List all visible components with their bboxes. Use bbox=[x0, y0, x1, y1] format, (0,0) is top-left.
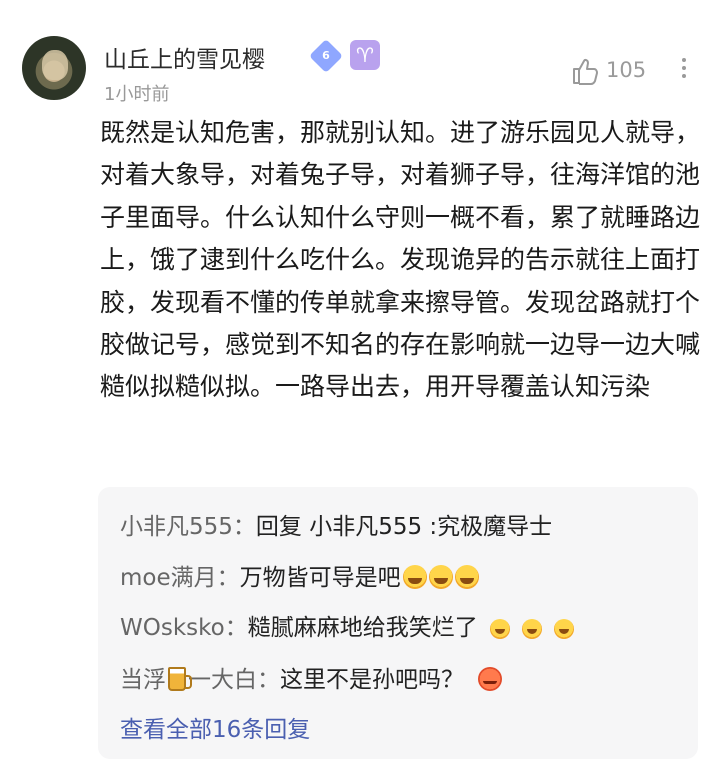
reply-text: 这里不是孙吧吗？ bbox=[280, 667, 464, 693]
replies-panel: 小非凡555：回复 小非凡555 :究极魔导士 moe满月：万物皆可导是吧 WO… bbox=[98, 487, 698, 759]
like-button[interactable]: 105 bbox=[570, 56, 670, 86]
beer-mug-icon bbox=[168, 667, 192, 691]
reply-author-prefix: 当浮 bbox=[120, 667, 166, 693]
reply-item[interactable]: WOsksko：糙腻麻麻地给我笑烂了 bbox=[120, 608, 574, 642]
comment-body: 既然是认知危害，那就别认知。进了游乐园见人就导，对着大象导，对着兔子导，对着狮子… bbox=[100, 118, 701, 402]
reply-author[interactable]: WOsksko： bbox=[120, 615, 248, 641]
view-all-replies-link[interactable]: 查看全部16条回复 bbox=[120, 710, 310, 744]
reply-author-suffix: 一大白： bbox=[188, 667, 280, 693]
reply-text: 糙腻麻麻地给我笑烂了 bbox=[247, 615, 478, 641]
username[interactable]: 山丘上的雪见樱 bbox=[104, 40, 265, 74]
thumbs-up-icon bbox=[573, 58, 598, 85]
level-badge: 6 bbox=[309, 39, 343, 73]
more-vertical-icon[interactable] bbox=[674, 54, 694, 88]
reply-item[interactable]: moe满月：万物皆可导是吧 bbox=[120, 558, 479, 592]
reply-item[interactable]: 当浮 一大白：这里不是孙吧吗？ bbox=[120, 660, 502, 694]
grinning-sweat-emoji bbox=[454, 565, 479, 589]
grinning-sweat-emoji bbox=[402, 565, 427, 589]
grinning-sweat-emoji bbox=[428, 565, 453, 589]
reply-author[interactable]: 当浮 一大白： bbox=[120, 667, 280, 693]
reply-author[interactable]: 小非凡555： bbox=[120, 514, 256, 540]
comment-header: 山丘上的雪见樱 6 ♈ 1小时前 105 bbox=[22, 36, 698, 105]
reply-text: 回复 小非凡555 :究极魔导士 bbox=[255, 514, 553, 540]
level-badge-text: 6 bbox=[322, 49, 330, 62]
laughing-emoji bbox=[553, 619, 574, 639]
laughing-emoji bbox=[489, 619, 510, 639]
like-count: 105 bbox=[606, 58, 647, 82]
angry-emoji bbox=[478, 667, 502, 691]
reply-author[interactable]: moe满月： bbox=[120, 565, 240, 591]
laughing-emoji bbox=[521, 619, 542, 639]
reply-text: 万物皆可导是吧 bbox=[239, 565, 401, 591]
comment-time: 1小时前 bbox=[104, 84, 170, 105]
zodiac-badge: ♈ bbox=[350, 40, 380, 70]
reply-item[interactable]: 小非凡555：回复 小非凡555 :究极魔导士 bbox=[120, 507, 552, 541]
avatar[interactable] bbox=[22, 36, 86, 100]
